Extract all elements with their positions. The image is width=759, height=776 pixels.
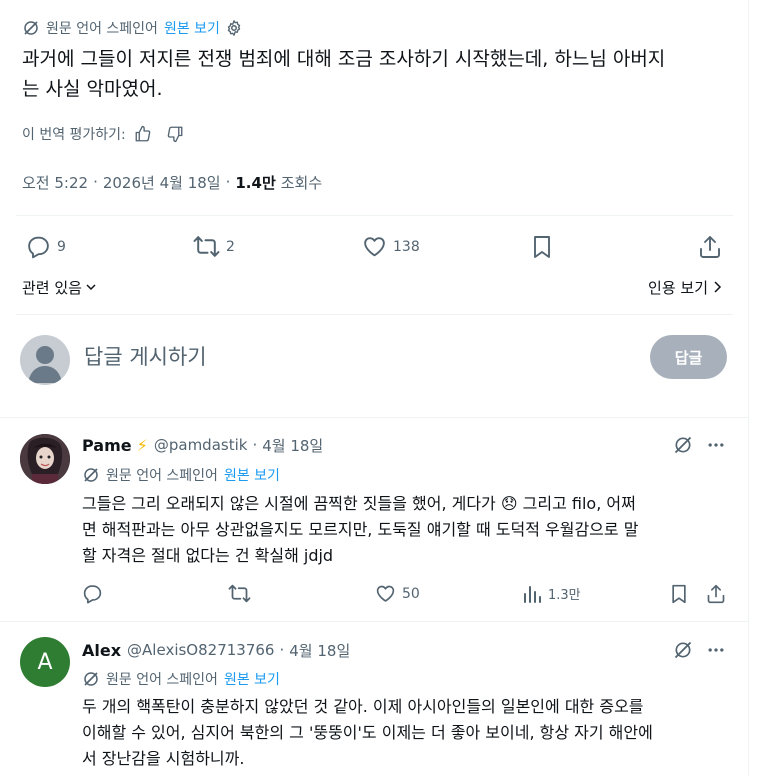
translation-source: 원문 언어 스페인어: [46, 21, 158, 37]
view-quotes-link[interactable]: 인용 보기: [648, 276, 722, 298]
disappointed-face-emoji: 😞: [500, 494, 518, 513]
views-count: 1.3만: [548, 588, 581, 603]
bookmark-button[interactable]: [530, 234, 554, 260]
bookmark-icon: [669, 583, 689, 605]
grok-icon: [82, 670, 100, 688]
rate-translation-label: 이 번역 평가하기:: [22, 127, 126, 143]
reply-text-line: 서 장난감을 시험하니까.: [82, 749, 245, 768]
share-icon: [698, 234, 722, 260]
divider: [0, 621, 749, 622]
divider: [16, 215, 733, 216]
repost-button[interactable]: [228, 583, 256, 604]
translation-source: 원문 언어 스페인어: [106, 468, 218, 484]
translation-bar: 원문 언어 스페인어 원본 보기: [22, 17, 243, 39]
views-button[interactable]: 1.3만: [522, 583, 581, 604]
chevron-right-icon: [712, 280, 722, 294]
conversation-column: 원문 언어 스페인어 원본 보기 과거에 그들이 저지른 전쟁 범죄에 대해 조…: [0, 0, 749, 776]
post-text: 과거에 그들이 저지른 전쟁 범죄에 대해 조금 조사하기 시작했는데, 하느님…: [22, 44, 742, 104]
more-icon[interactable]: [706, 435, 726, 455]
reply-header: Alex @AlexisO82713766 · 4월 18일: [82, 639, 350, 661]
post-text-line: 과거에 그들이 저지른 전쟁 범죄에 대해 조금 조사하기 시작했는데, 하느님…: [22, 48, 666, 70]
reply-text-line: 이해할 수 있어, 심지어 북한의 그 '뚱뚱이'도 이제는 더 좋아 보이네,…: [82, 723, 653, 742]
display-name[interactable]: Pame: [82, 436, 132, 455]
post-time[interactable]: 오전 5:22: [22, 172, 88, 193]
like-button[interactable]: 138: [362, 234, 420, 259]
avatar[interactable]: [20, 434, 70, 484]
lightning-icon: ⚡: [136, 435, 148, 455]
translation-source: 원문 언어 스페인어: [106, 672, 218, 688]
related-dropdown[interactable]: 관련 있음: [22, 276, 97, 298]
avatar[interactable]: [20, 335, 70, 385]
separator: ·: [279, 641, 285, 659]
bookmark-button[interactable]: [669, 583, 689, 605]
repost-button[interactable]: 2: [193, 234, 235, 259]
grok-icon: [22, 19, 40, 37]
reply-date[interactable]: 4월 18일: [262, 435, 323, 456]
thumbs-down-icon[interactable]: [166, 125, 184, 143]
view-quotes-label: 인용 보기: [648, 278, 708, 297]
display-name[interactable]: Alex: [82, 641, 121, 660]
grok-icon[interactable]: [673, 640, 693, 660]
share-button[interactable]: [698, 234, 722, 260]
separator: ·: [252, 436, 258, 454]
reply-input[interactable]: 답글 게시하기: [84, 341, 604, 371]
related-label: 관련 있음: [22, 278, 82, 297]
post-text-line: 는 사실 악마였어.: [22, 78, 163, 100]
avatar[interactable]: A: [20, 637, 70, 687]
reply-text: 그들은 그리 오래되지 않은 시절에 끔찍한 짓들을 했어, 게다가 😞 그리고…: [82, 491, 732, 569]
share-button[interactable]: [706, 583, 726, 605]
reply-text-line: 할 자격은 절대 없다는 건 확실해 jdjd: [82, 546, 334, 565]
reply-text: 두 개의 핵폭탄이 충분하지 않았던 것 같아. 이제 아시아인들의 일본인에 …: [82, 694, 732, 772]
translation-bar: 원문 언어 스페인어 원본 보기: [82, 464, 280, 486]
rate-translation: 이 번역 평가하기:: [22, 122, 184, 146]
reply-count: 9: [57, 238, 66, 255]
divider: [16, 314, 733, 315]
post-date[interactable]: 2026년 4월 18일: [103, 172, 221, 193]
chevron-down-icon: [85, 281, 97, 293]
show-original-link[interactable]: 원본 보기: [224, 465, 280, 485]
reply-button[interactable]: 9: [26, 234, 66, 259]
reply-submit-button[interactable]: 답글: [650, 335, 727, 379]
views-label: 조회수: [280, 173, 323, 192]
reply-text-segment: 그들은 그리 오래되지 않은 시절에 끔찍한 짓들을 했어, 게다가: [82, 494, 496, 513]
like-button[interactable]: 50: [375, 583, 420, 604]
repost-count: 2: [226, 238, 235, 255]
reply-date[interactable]: 4월 18일: [289, 640, 350, 661]
grok-icon[interactable]: [673, 435, 693, 455]
like-count: 50: [402, 585, 420, 602]
like-count: 138: [393, 238, 420, 255]
translation-bar: 원문 언어 스페인어 원본 보기: [82, 668, 280, 690]
show-original-link[interactable]: 원본 보기: [164, 18, 220, 38]
thumbs-up-icon[interactable]: [134, 125, 152, 143]
views-count: 1.4만: [235, 173, 276, 192]
gear-icon[interactable]: [225, 19, 243, 37]
handle[interactable]: @AlexisO82713766: [127, 641, 274, 659]
reply-text-segment: 그리고 filo, 어쩌: [517, 494, 636, 513]
divider: [0, 417, 749, 418]
grok-icon: [82, 466, 100, 484]
reply-text-line: 두 개의 핵폭탄이 충분하지 않았던 것 같아. 이제 아시아인들의 일본인에 …: [82, 697, 644, 716]
bookmark-icon: [530, 234, 554, 260]
reply-text-line: 면 해적판과는 아무 상관없을지도 모르지만, 도둑질 얘기할 때 도덕적 우월…: [82, 520, 639, 539]
share-icon: [706, 583, 726, 605]
reply-button[interactable]: [82, 583, 108, 604]
reply-header: Pame ⚡ @pamdastik · 4월 18일: [82, 434, 323, 456]
reply-text-line: 그들은 그리 오래되지 않은 시절에 끔찍한 짓들을 했어, 게다가 😞 그리고…: [82, 491, 732, 517]
post-meta: 오전 5:22 · 2026년 4월 18일 · 1.4만 조회수: [22, 172, 323, 193]
handle[interactable]: @pamdastik: [154, 436, 248, 454]
more-icon[interactable]: [706, 640, 726, 660]
show-original-link[interactable]: 원본 보기: [224, 669, 280, 689]
bar-chart-icon: [522, 583, 542, 604]
